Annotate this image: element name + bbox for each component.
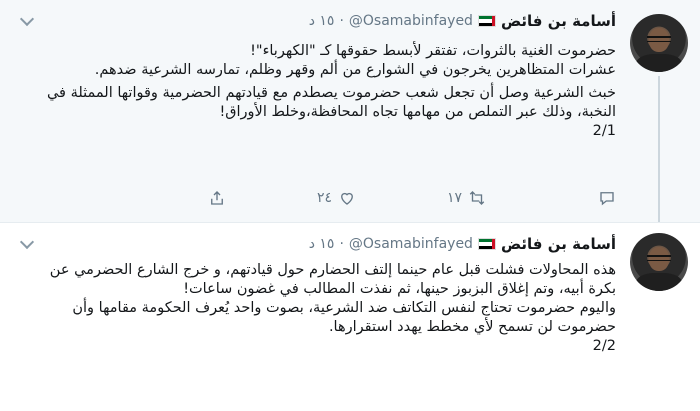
like-icon (341, 192, 353, 205)
tweet-line: حضرموت الغنية بالثروات، تفتقر لأبسط حقوق… (250, 43, 616, 59)
tweet-header: أسامة بن فائض @Osamabinfayed · ١٥ د (309, 10, 616, 32)
share-icon (211, 191, 223, 205)
separator-dot: · (339, 236, 344, 252)
author-name[interactable]: أسامة بن فائض (501, 235, 616, 253)
author-avatar[interactable] (630, 14, 688, 72)
thread-counter: 2/2 (592, 338, 616, 354)
separator-dot: · (339, 13, 344, 29)
author-avatar[interactable] (630, 233, 688, 291)
chevron-down-icon[interactable] (19, 234, 35, 250)
author-name[interactable]: أسامة بن فائض (501, 12, 616, 30)
tweet-line: خبث الشرعية وصل أن تجعل شعب حضرموت يصطدم… (46, 85, 616, 120)
uae-flag-icon (477, 238, 496, 250)
thread-connector-line (658, 76, 660, 222)
reply-icon (600, 192, 614, 206)
tweet-header: أسامة بن فائض @Osamabinfayed · ١٥ د (309, 233, 616, 255)
like-button[interactable]: ٢٤ (226, 189, 356, 207)
tweet-text: حضرموت الغنية بالثروات، تفتقر لأبسط حقوق… (36, 42, 616, 141)
tweet-actions: ١٧ ٢٤ (96, 186, 616, 210)
chevron-down-icon[interactable] (19, 11, 35, 27)
retweet-button[interactable]: ١٧ (356, 189, 486, 207)
reply-button[interactable] (486, 189, 616, 207)
tweet-line: عشرات المتظاهرين يخرجون في الشوارع من أل… (94, 62, 616, 78)
retweet-icon (469, 191, 485, 205)
share-button[interactable] (96, 189, 226, 207)
tweet-text: هذه المحاولات فشلت قبل عام حينما إلتف ال… (36, 261, 616, 356)
author-handle[interactable]: @Osamabinfayed (349, 236, 473, 252)
thread-counter: 2/1 (592, 123, 616, 139)
tweet-1[interactable]: أسامة بن فائض @Osamabinfayed · ١٥ د حضرم… (0, 0, 700, 222)
like-count: ٢٤ (316, 190, 332, 206)
tweet-timestamp[interactable]: ١٥ د (309, 13, 335, 29)
uae-flag-icon (477, 15, 496, 27)
retweet-count: ١٧ (446, 190, 462, 206)
tweet-timestamp[interactable]: ١٥ د (309, 236, 335, 252)
tweet-line: هذه المحاولات فشلت قبل عام حينما إلتف ال… (49, 262, 616, 297)
tweet-line: واليوم حضرموت تحتاج لنفس التكاتف ضد الشر… (72, 300, 616, 335)
author-handle[interactable]: @Osamabinfayed (349, 13, 473, 29)
